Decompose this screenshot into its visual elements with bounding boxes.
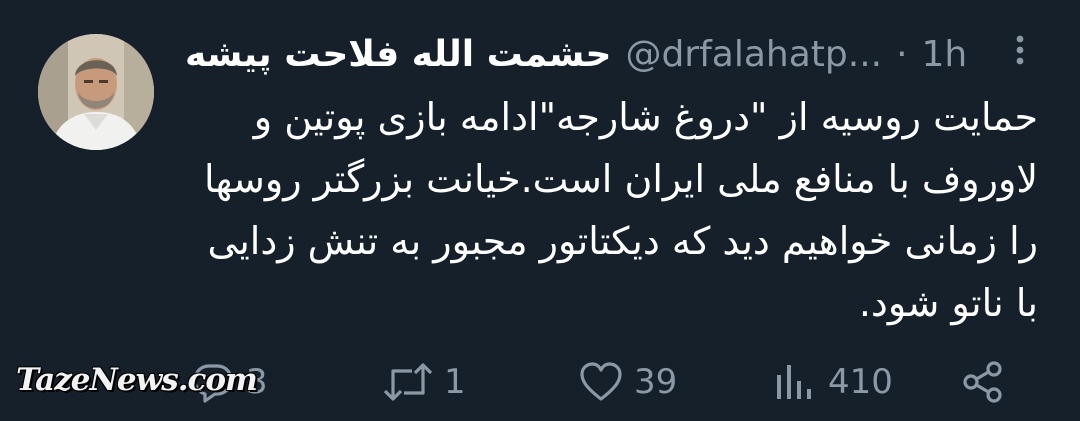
views-count: 410 — [828, 362, 893, 402]
tweet-text-line: با ناتو شود. — [858, 281, 1038, 325]
retweet-button[interactable]: 1 — [382, 352, 466, 412]
more-options-button[interactable] — [1000, 30, 1040, 70]
avatar-image — [38, 34, 154, 150]
retweet-count: 1 — [444, 362, 466, 402]
share-button[interactable] — [960, 352, 1006, 412]
tweet-text-line: لاوروف با منافع ملی ایران است.خیانت بزرگ… — [203, 157, 1038, 201]
more-vertical-icon — [1016, 35, 1024, 65]
header-separator: · — [896, 33, 908, 75]
tweet-text-line: را زمانی خواهیم دید که دیکتاتور مجبور به… — [207, 219, 1038, 263]
watermark-text: TazeNews.com — [16, 362, 258, 398]
tweet-header: حشمت الله فلاحت پیشه @drfalahatp... · 1h — [185, 28, 975, 80]
author-handle[interactable]: @drfalahatp... — [625, 34, 882, 75]
author-name[interactable]: حشمت الله فلاحت پیشه — [185, 34, 611, 75]
avatar[interactable] — [38, 34, 154, 150]
like-count: 39 — [634, 362, 678, 402]
views-button[interactable]: 410 — [772, 352, 893, 412]
tweet-text: حمایت روسیه از "دروغ شارجه"ادامه بازی پو… — [180, 86, 1038, 334]
views-icon — [777, 365, 811, 399]
tweet-text-line: حمایت روسیه از "دروغ شارجه"ادامه بازی پو… — [253, 95, 1038, 139]
tweet-time[interactable]: 1h — [922, 34, 968, 75]
heart-icon — [580, 362, 622, 401]
retweet-icon — [383, 363, 433, 401]
share-icon — [963, 361, 1002, 403]
like-button[interactable]: 39 — [578, 352, 677, 412]
